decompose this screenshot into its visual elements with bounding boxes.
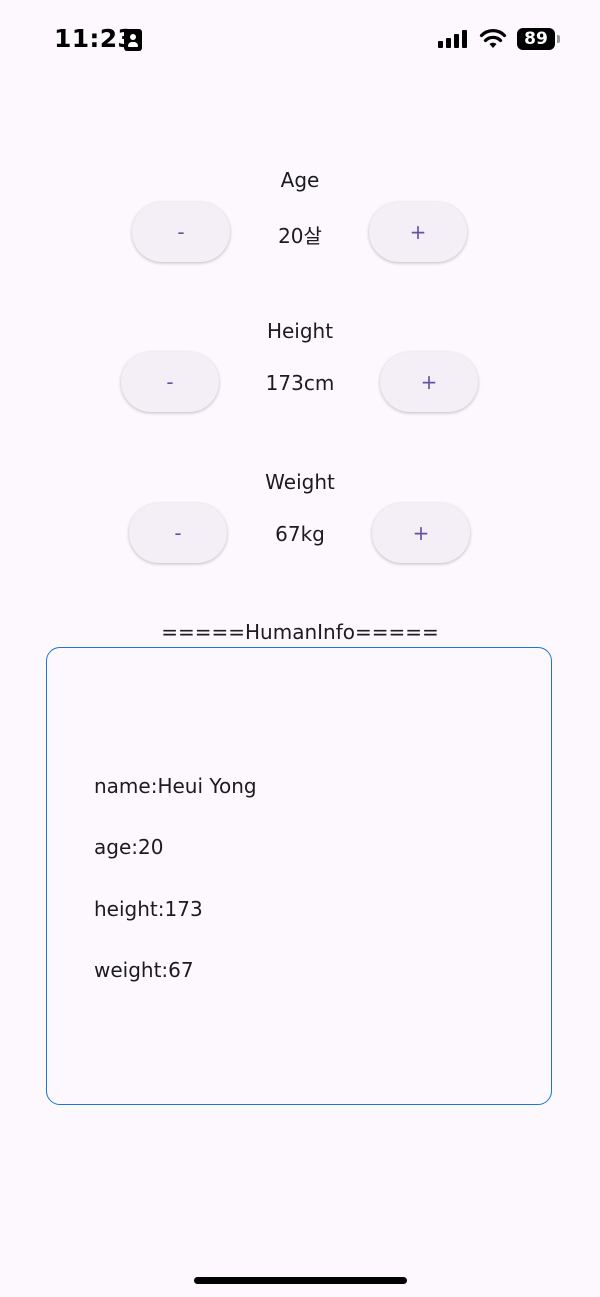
cellular-signal-icon	[438, 30, 468, 48]
wifi-icon	[479, 29, 507, 48]
height-decrement-button[interactable]: -	[121, 352, 219, 412]
status-bar: 11:23 89	[0, 0, 600, 80]
status-time: 11:23	[54, 24, 136, 53]
height-value: 173cm	[265, 371, 335, 395]
age-decrement-button[interactable]: -	[132, 202, 230, 262]
info-name: name:Heui Yong	[94, 774, 257, 798]
height-label: Height	[266, 319, 334, 343]
human-info-heading: =====HumanInfo=====	[161, 620, 439, 644]
weight-increment-button[interactable]: +	[372, 503, 470, 563]
age-increment-button[interactable]: +	[369, 202, 467, 262]
id-card-icon	[124, 29, 142, 51]
weight-decrement-button[interactable]: -	[129, 503, 227, 563]
info-weight: weight:67	[94, 958, 194, 982]
info-height: height:173	[94, 897, 203, 921]
weight-label: Weight	[265, 470, 335, 494]
height-increment-button[interactable]: +	[380, 352, 478, 412]
home-indicator[interactable]	[194, 1277, 407, 1284]
info-age: age:20	[94, 835, 164, 859]
age-value: 20살	[278, 224, 322, 248]
weight-value: 67kg	[275, 522, 325, 546]
human-info-card: name:Heui Yong age:20 height:173 weight:…	[46, 647, 552, 1105]
battery-cap	[557, 35, 560, 43]
age-label: Age	[280, 168, 320, 192]
battery-icon: 89	[517, 28, 555, 50]
